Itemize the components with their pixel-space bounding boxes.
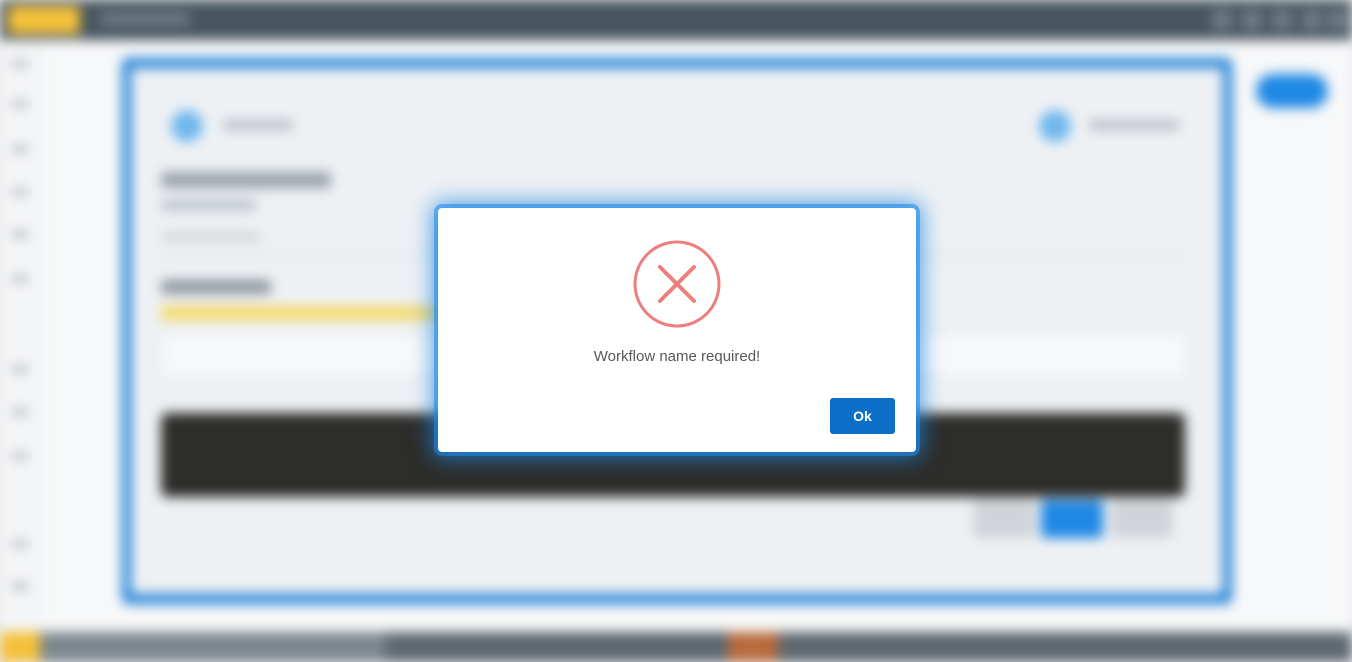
rail-icon: [12, 408, 28, 416]
window-control-icon: [1302, 10, 1322, 30]
rail-icon: [12, 60, 28, 68]
rail-icon: [12, 365, 28, 373]
rail-icon: [12, 452, 28, 460]
background-button: [973, 500, 1035, 538]
text-placeholder: [161, 280, 271, 294]
window-control-icon: [1212, 10, 1232, 30]
screen: Workflow name required! Ok: [0, 0, 1352, 662]
window-control-icon: [1328, 10, 1348, 30]
rail-icon: [12, 275, 28, 283]
rail-icon: [12, 230, 28, 238]
text-placeholder: [1089, 120, 1179, 130]
rail-icon: [12, 540, 28, 548]
text-placeholder: [161, 232, 261, 242]
background-button: [1111, 500, 1173, 538]
text-placeholder: [223, 120, 293, 130]
window-control-icon: [1242, 10, 1262, 30]
alert-message: Workflow name required!: [593, 348, 761, 365]
left-rail: [0, 40, 41, 632]
rail-icon: [12, 582, 28, 590]
step-circle: [1039, 110, 1071, 142]
step-circle: [171, 110, 203, 142]
background-button: [1041, 500, 1103, 538]
app-topbar: [0, 0, 1352, 40]
text-placeholder: [161, 200, 256, 210]
taskbar: [0, 632, 1352, 662]
rail-icon: [12, 145, 28, 153]
app-logo: [8, 6, 80, 34]
rail-icon: [12, 100, 28, 108]
error-alert-dialog: Workflow name required! Ok: [438, 208, 916, 452]
window-control-icon: [1272, 10, 1292, 30]
taskbar-logo: [0, 632, 40, 662]
taskbar-item: [728, 632, 778, 662]
taskbar-item: [40, 632, 385, 662]
text-placeholder: [161, 172, 331, 188]
rail-icon: [12, 188, 28, 196]
ok-button[interactable]: Ok: [830, 398, 895, 434]
background-action-button: [1256, 74, 1328, 108]
error-x-icon: [633, 240, 721, 328]
warning-strip: [161, 306, 441, 320]
app-title-placeholder: [100, 12, 190, 26]
